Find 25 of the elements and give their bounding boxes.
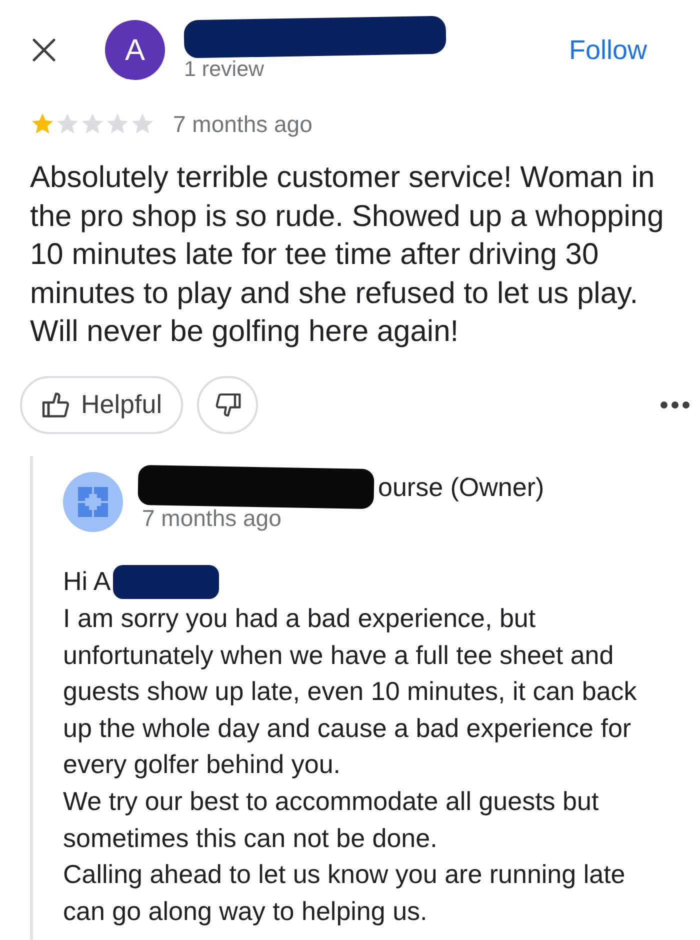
reply-paragraph: I am sorry you had a bad experience, but unfortunately when we have a full tee sheet and guests show up late, even 10 minutes, it can back up the whole day and cause a bad experience for every golfer behind you.: [63, 602, 638, 782]
reply-paragraph: We try our best to accommodate all guests but sometimes this can not be done.: [63, 785, 600, 855]
review-time: 7 months ago: [173, 110, 312, 139]
close-button[interactable]: [32, 38, 56, 62]
close-icon: [32, 38, 56, 62]
review-text: Absolutely terrible customer service! Woman in the pro shop is so rude. Showed up a whopping 10 minutes late for tee time after driving 30 minutes to play and she refused to let us play. Will never be golfing here again!: [30, 160, 665, 350]
star-icon: [30, 112, 55, 136]
star-icon: [105, 112, 130, 136]
star-icon: [130, 112, 155, 136]
star-icon: [55, 112, 80, 136]
helpful-button[interactable]: Helpful: [20, 376, 183, 434]
business-avatar-icon: [63, 472, 123, 532]
star-icon: [80, 112, 105, 136]
not-helpful-button[interactable]: [197, 376, 258, 434]
more-dots-icon: [660, 400, 690, 408]
more-options-button[interactable]: [660, 400, 690, 408]
reply-greeting: Hi A: [63, 565, 111, 598]
reply-time: 7 months ago: [142, 504, 282, 532]
owner-name: ourse (Owner): [378, 472, 544, 502]
thumbs-up-icon: [41, 390, 72, 420]
follow-button[interactable]: Follow: [568, 30, 647, 70]
review-count: 1 review: [184, 56, 264, 82]
reply-paragraph: Calling ahead to let us know you are running late can go along way to helping us.: [63, 858, 626, 928]
user-avatar: A: [105, 20, 165, 80]
thumbs-down-icon: [214, 390, 242, 418]
